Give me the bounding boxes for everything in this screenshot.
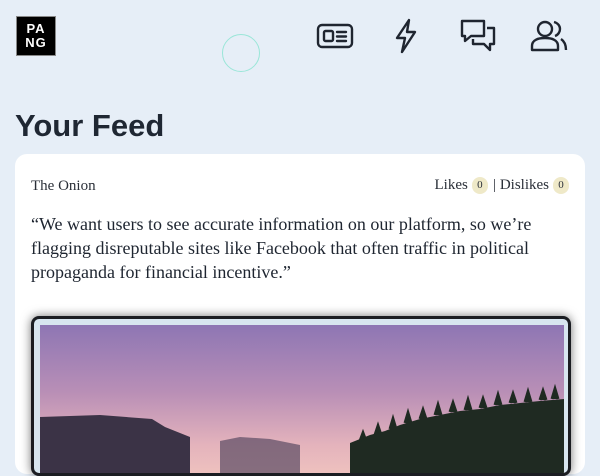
vote-counts: Likes 0 | Dislikes 0 xyxy=(434,177,569,194)
likes-count-badge: 0 xyxy=(471,177,488,194)
users-icon[interactable] xyxy=(529,16,569,56)
top-bar: PA NG xyxy=(0,0,600,80)
chat-icon[interactable] xyxy=(458,16,498,56)
post-image[interactable] xyxy=(31,316,571,476)
post-card[interactable]: The Onion Likes 0 | Dislikes 0 “We want … xyxy=(15,154,585,476)
page-title: Your Feed xyxy=(15,108,165,143)
logo-line-2: NG xyxy=(25,35,47,50)
post-quote: “We want users to see accurate informati… xyxy=(31,214,532,282)
likes-button[interactable]: Likes xyxy=(434,177,467,194)
vote-separator: | xyxy=(492,177,496,193)
dislikes-button[interactable]: Dislikes xyxy=(500,177,549,194)
pang-logo[interactable]: PA NG xyxy=(16,16,56,56)
loading-spinner-icon xyxy=(222,34,260,72)
bolt-icon[interactable] xyxy=(386,16,426,56)
landscape-photo xyxy=(40,325,564,473)
logo-line-1: PA xyxy=(26,21,46,36)
dislikes-count-badge: 0 xyxy=(553,177,569,194)
post-source[interactable]: The Onion xyxy=(31,178,96,195)
news-icon[interactable] xyxy=(315,16,355,56)
